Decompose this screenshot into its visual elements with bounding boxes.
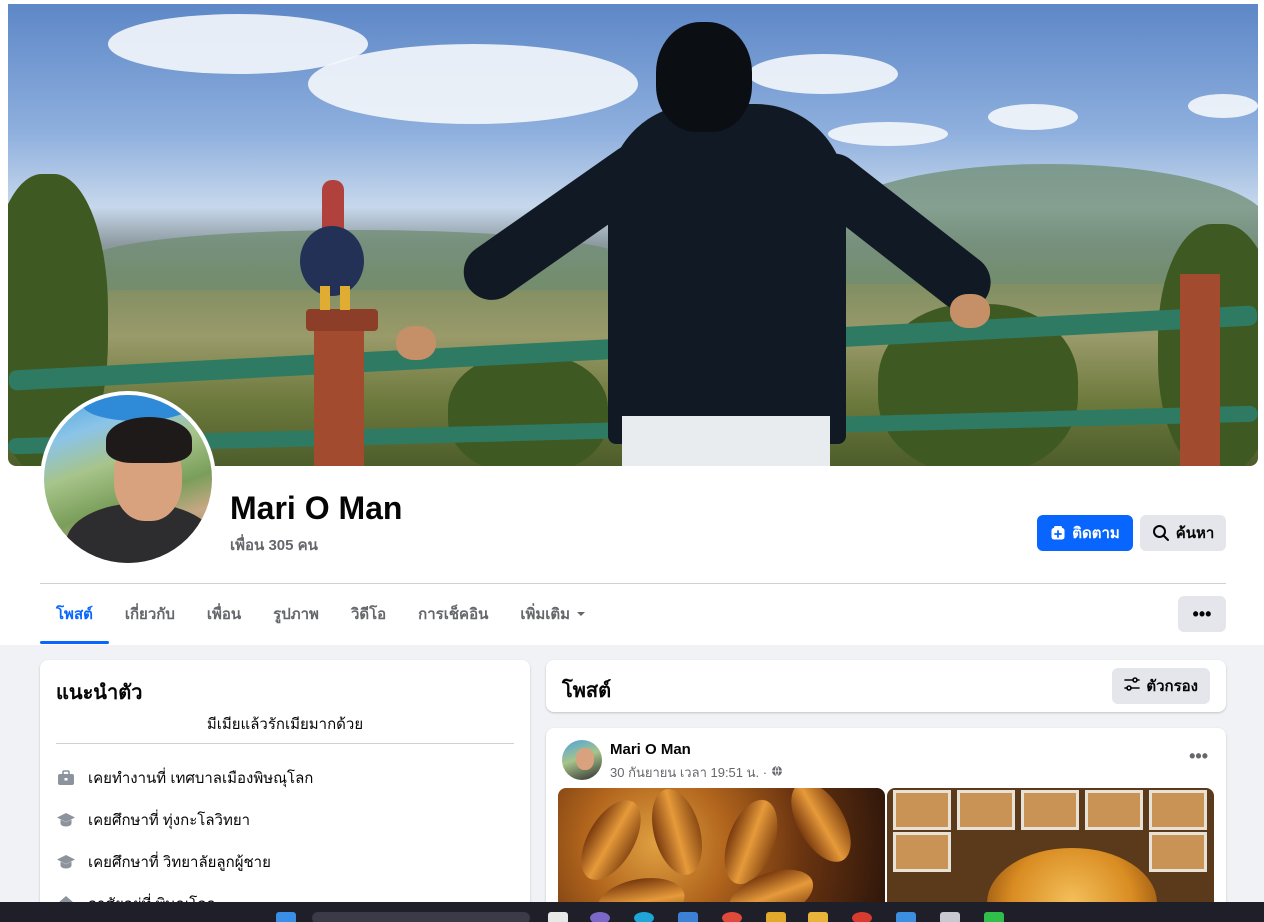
- profile-avatar[interactable]: [40, 391, 216, 567]
- cover-cloud: [828, 122, 948, 146]
- intro-item-education: เคยศึกษาที่ ทุ่งกะโลวิทยา: [56, 808, 250, 832]
- tab-label: รูปภาพ: [273, 606, 319, 623]
- taskbar-app-icon[interactable]: [852, 912, 872, 922]
- intro-item-text: เคยศึกษาที่ วิทยาลัยลูกผู้ชาย: [88, 854, 271, 871]
- cover-cloud: [988, 104, 1078, 130]
- photo-tray-cell: [1021, 790, 1079, 830]
- cover-cloud: [748, 54, 898, 94]
- post-author-name[interactable]: Mari O Man: [610, 741, 691, 758]
- post-menu-button[interactable]: •••: [1189, 746, 1208, 767]
- taskbar-app-icon[interactable]: [548, 912, 568, 922]
- globe-icon: [771, 765, 783, 780]
- taskbar-search-box[interactable]: [312, 912, 530, 922]
- search-icon: [1152, 524, 1170, 542]
- search-button[interactable]: ค้นหา: [1140, 515, 1226, 551]
- rooster-statue: [300, 226, 364, 296]
- intro-item-education: เคยศึกษาที่ วิทยาลัยลูกผู้ชาย: [56, 850, 271, 874]
- photo-date-fruit: [779, 788, 863, 872]
- tab-about[interactable]: เกี่ยวกับ: [109, 584, 191, 644]
- post-author-avatar[interactable]: [562, 740, 602, 780]
- tab-label: เกี่ยวกับ: [124, 606, 175, 623]
- intro-item-work: เคยทำงานที่ เทศบาลเมืองพิษณุโลก: [56, 766, 313, 790]
- intro-title: แนะนำตัว: [56, 682, 143, 704]
- rooster-leg: [320, 286, 330, 310]
- taskbar-app-icon[interactable]: [766, 912, 786, 922]
- avatar-photo: [44, 395, 212, 563]
- tab-photos[interactable]: รูปภาพ: [257, 584, 335, 644]
- intro-divider: [56, 743, 514, 744]
- chrome-icon[interactable]: [722, 912, 742, 922]
- graduation-cap-icon: [56, 852, 76, 872]
- caret-down-icon: [576, 606, 586, 623]
- filter-icon: [1124, 676, 1141, 696]
- graduation-cap-icon: [56, 810, 76, 830]
- photo-tray-cell: [893, 790, 951, 830]
- tab-friends[interactable]: เพื่อน: [191, 584, 257, 644]
- photo-tray-cell: [1085, 790, 1143, 830]
- avatar-hair: [106, 417, 192, 463]
- intro-item-text: เคยศึกษาที่ ทุ่งกะโลวิทยา: [88, 812, 251, 829]
- tab-more[interactable]: เพิ่มเติม: [504, 584, 602, 644]
- tab-label: วิดีโอ: [350, 606, 387, 623]
- tab-label: การเช็คอิน: [418, 606, 489, 623]
- tab-label: เพิ่มเติม: [520, 606, 571, 623]
- taskbar-app-icon[interactable]: [940, 912, 960, 922]
- briefcase-icon: [56, 768, 76, 788]
- cover-tree: [448, 354, 608, 466]
- cover-post-cap: [306, 309, 378, 331]
- profile-more-options-button[interactable]: •••: [1178, 596, 1226, 632]
- search-label: ค้นหา: [1175, 525, 1215, 542]
- person-shirt: [622, 416, 830, 466]
- tab-label: โพสต์: [56, 606, 93, 623]
- edge-icon[interactable]: [634, 912, 654, 922]
- cover-photo[interactable]: [8, 4, 1258, 466]
- photo-tray-cell: [957, 790, 1015, 830]
- friend-count[interactable]: เพื่อน 305 คน: [230, 533, 318, 557]
- posts-title: โพสต์: [562, 680, 612, 702]
- intro-bio: มีเมียแล้วรักเมียมากด้วย: [206, 716, 364, 733]
- notepad-icon[interactable]: [896, 912, 916, 922]
- cover-cloud: [1188, 94, 1258, 118]
- taskbar-app-icon[interactable]: [678, 912, 698, 922]
- taskbar-app-icon[interactable]: [590, 912, 610, 922]
- follow-label: ติดตาม: [1072, 525, 1120, 542]
- posts-header-card: โพสต์ ตัวกรอง: [546, 660, 1226, 712]
- post-card: Mari O Man 30 กันยายน เวลา 19:51 น. · ••…: [546, 728, 1226, 922]
- cover-cloud: [308, 44, 638, 124]
- filter-button[interactable]: ตัวกรอง: [1112, 668, 1210, 704]
- photo-date-fruit: [569, 790, 653, 890]
- person-head: [656, 22, 752, 132]
- photo-tray-cell: [893, 832, 951, 872]
- profile-tabs: โพสต์ เกี่ยวกับ เพื่อน รูปภาพ วิดีโอ การ…: [40, 584, 602, 644]
- person-hand: [396, 326, 436, 360]
- file-explorer-icon[interactable]: [808, 912, 828, 922]
- photo-date-fruit: [643, 788, 711, 881]
- profile-name: Mari O Man: [230, 490, 403, 526]
- follow-button[interactable]: ติดตาม: [1037, 515, 1133, 551]
- person-figure: [608, 104, 846, 444]
- tab-checkins[interactable]: การเช็คอิน: [402, 584, 504, 644]
- intro-card: แนะนำตัว มีเมียแล้วรักเมียมากด้วย เคยทำง…: [40, 660, 530, 922]
- post-meta: 30 กันยายน เวลา 19:51 น. ·: [610, 762, 783, 783]
- intro-item-text: เคยทำงานที่ เทศบาลเมืองพิษณุโลก: [88, 770, 314, 787]
- post-timestamp[interactable]: 30 กันยายน เวลา 19:51 น. ·: [610, 762, 767, 783]
- line-app-icon[interactable]: [984, 912, 1004, 922]
- photo-tray-cell: [1149, 790, 1207, 830]
- follow-icon: [1050, 525, 1066, 541]
- rooster-leg: [340, 286, 350, 310]
- tab-videos[interactable]: วิดีโอ: [335, 584, 402, 644]
- photo-tray-cell: [1149, 832, 1207, 872]
- tab-posts[interactable]: โพสต์: [40, 584, 109, 644]
- windows-start-icon[interactable]: [276, 912, 296, 922]
- cover-post: [1180, 274, 1220, 466]
- profile-header: Mari O Man เพื่อน 305 คน ติดตาม ค้นหา โพ…: [0, 0, 1264, 645]
- cover-post: [314, 324, 364, 466]
- filter-label: ตัวกรอง: [1146, 678, 1198, 695]
- person-hand: [950, 294, 990, 328]
- tab-label: เพื่อน: [206, 606, 242, 623]
- os-taskbar: [0, 902, 1264, 922]
